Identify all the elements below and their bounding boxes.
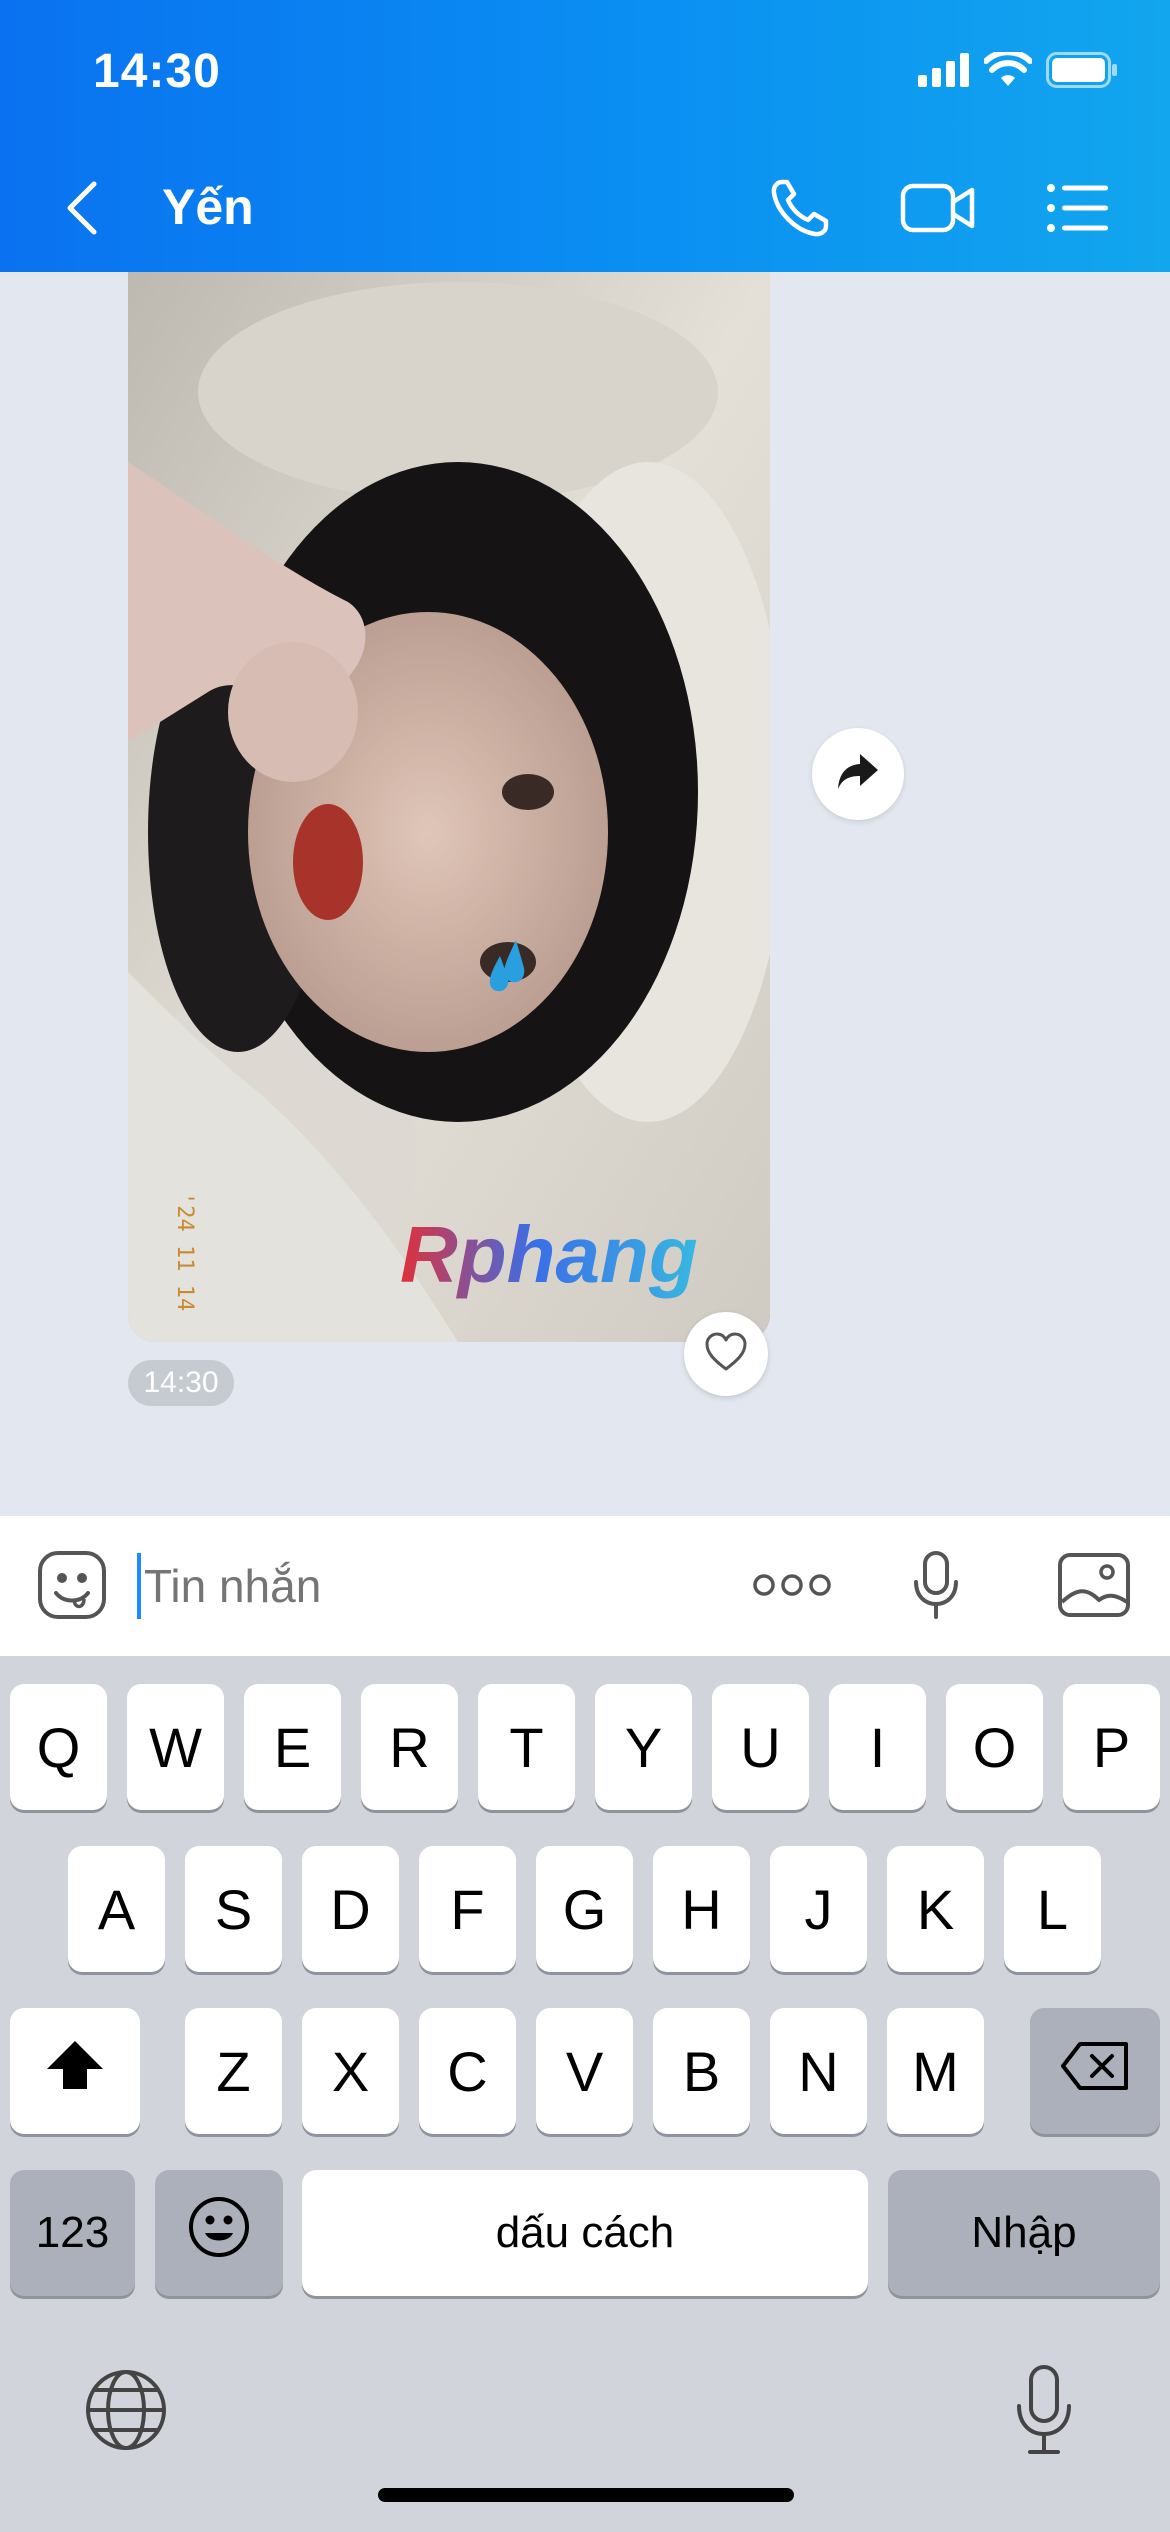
microphone-icon <box>912 1550 960 1625</box>
key-g[interactable]: G <box>536 1846 633 1972</box>
key-e[interactable]: E <box>244 1684 341 1810</box>
photo-date-stamp: '24 11 14 <box>172 1192 197 1311</box>
keyboard: Q W E R T Y U I O P A S D F G H J K L Z … <box>0 1656 1170 2532</box>
video-call-button[interactable] <box>900 174 976 246</box>
more-options-button[interactable] <box>752 1550 832 1624</box>
phone-icon <box>768 176 832 245</box>
key-q[interactable]: Q <box>10 1684 107 1810</box>
wifi-icon <box>983 49 1033 93</box>
globe-icon <box>84 2368 168 2457</box>
emoji-icon <box>187 2195 251 2272</box>
contact-name[interactable]: Yến <box>162 178 254 236</box>
key-k[interactable]: K <box>887 1846 984 1972</box>
like-button[interactable] <box>684 1312 768 1396</box>
globe-button[interactable] <box>82 2368 170 2456</box>
gallery-button[interactable] <box>1056 1550 1132 1624</box>
voice-call-button[interactable] <box>762 174 838 246</box>
status-icons <box>918 49 1118 93</box>
back-button[interactable] <box>62 178 112 238</box>
key-h[interactable]: H <box>653 1846 750 1972</box>
key-l[interactable]: L <box>1004 1846 1101 1972</box>
key-w[interactable]: W <box>127 1684 224 1810</box>
return-key[interactable]: Nhập <box>888 2170 1160 2296</box>
heart-icon <box>704 1332 748 1377</box>
more-dots-icon <box>752 1573 832 1602</box>
emoji-key[interactable] <box>155 2170 283 2296</box>
list-icon <box>1046 182 1110 239</box>
voice-message-button[interactable] <box>898 1550 974 1624</box>
chat-nav-bar: Yến <box>0 160 1170 260</box>
key-p[interactable]: P <box>1063 1684 1160 1810</box>
microphone-icon <box>1014 2364 1074 2461</box>
delete-key[interactable] <box>1030 2008 1160 2134</box>
home-indicator[interactable] <box>378 2488 794 2502</box>
message-input[interactable] <box>144 1556 704 1616</box>
backspace-icon <box>1060 2039 1130 2104</box>
message-input-bar <box>0 1516 1170 1656</box>
status-time: 14:30 <box>93 45 221 98</box>
shift-key[interactable] <box>10 2008 140 2134</box>
space-key[interactable]: dấu cách <box>302 2170 868 2296</box>
battery-icon <box>1046 52 1118 93</box>
chevron-left-icon <box>62 181 102 242</box>
sticker-button[interactable] <box>34 1550 110 1624</box>
chat-options-button[interactable] <box>1040 174 1116 246</box>
numbers-key[interactable]: 123 <box>10 2170 135 2296</box>
key-o[interactable]: O <box>946 1684 1043 1810</box>
key-n[interactable]: N <box>770 2008 867 2134</box>
key-m[interactable]: M <box>887 2008 984 2134</box>
text-caret <box>137 1553 141 1619</box>
key-x[interactable]: X <box>302 2008 399 2134</box>
key-a[interactable]: A <box>68 1846 165 1972</box>
key-i[interactable]: I <box>829 1684 926 1810</box>
key-v[interactable]: V <box>536 2008 633 2134</box>
key-t[interactable]: T <box>478 1684 575 1810</box>
shift-arrow-icon <box>45 2039 105 2104</box>
forward-button[interactable] <box>812 728 904 820</box>
video-camera-icon <box>900 180 976 241</box>
sticker-face-icon <box>36 1549 108 1626</box>
key-j[interactable]: J <box>770 1846 867 1972</box>
dictation-button[interactable] <box>1000 2362 1088 2462</box>
key-y[interactable]: Y <box>595 1684 692 1810</box>
key-z[interactable]: Z <box>185 2008 282 2134</box>
photo-message[interactable]: '24 11 14 Rphang <box>128 272 770 1342</box>
key-d[interactable]: D <box>302 1846 399 1972</box>
key-r[interactable]: R <box>361 1684 458 1810</box>
image-icon <box>1057 1552 1131 1623</box>
chat-area[interactable]: '24 11 14 Rphang 14:30 <box>0 272 1170 1516</box>
key-f[interactable]: F <box>419 1846 516 1972</box>
key-c[interactable]: C <box>419 2008 516 2134</box>
app-header: 14:30 Yến <box>0 0 1170 272</box>
key-u[interactable]: U <box>712 1684 809 1810</box>
key-b[interactable]: B <box>653 2008 750 2134</box>
message-time: 14:30 <box>128 1360 234 1406</box>
cellular-signal-icon <box>918 53 970 92</box>
key-s[interactable]: S <box>185 1846 282 1972</box>
share-arrow-icon <box>836 752 880 797</box>
photo-watermark: Rphang <box>400 1210 698 1299</box>
